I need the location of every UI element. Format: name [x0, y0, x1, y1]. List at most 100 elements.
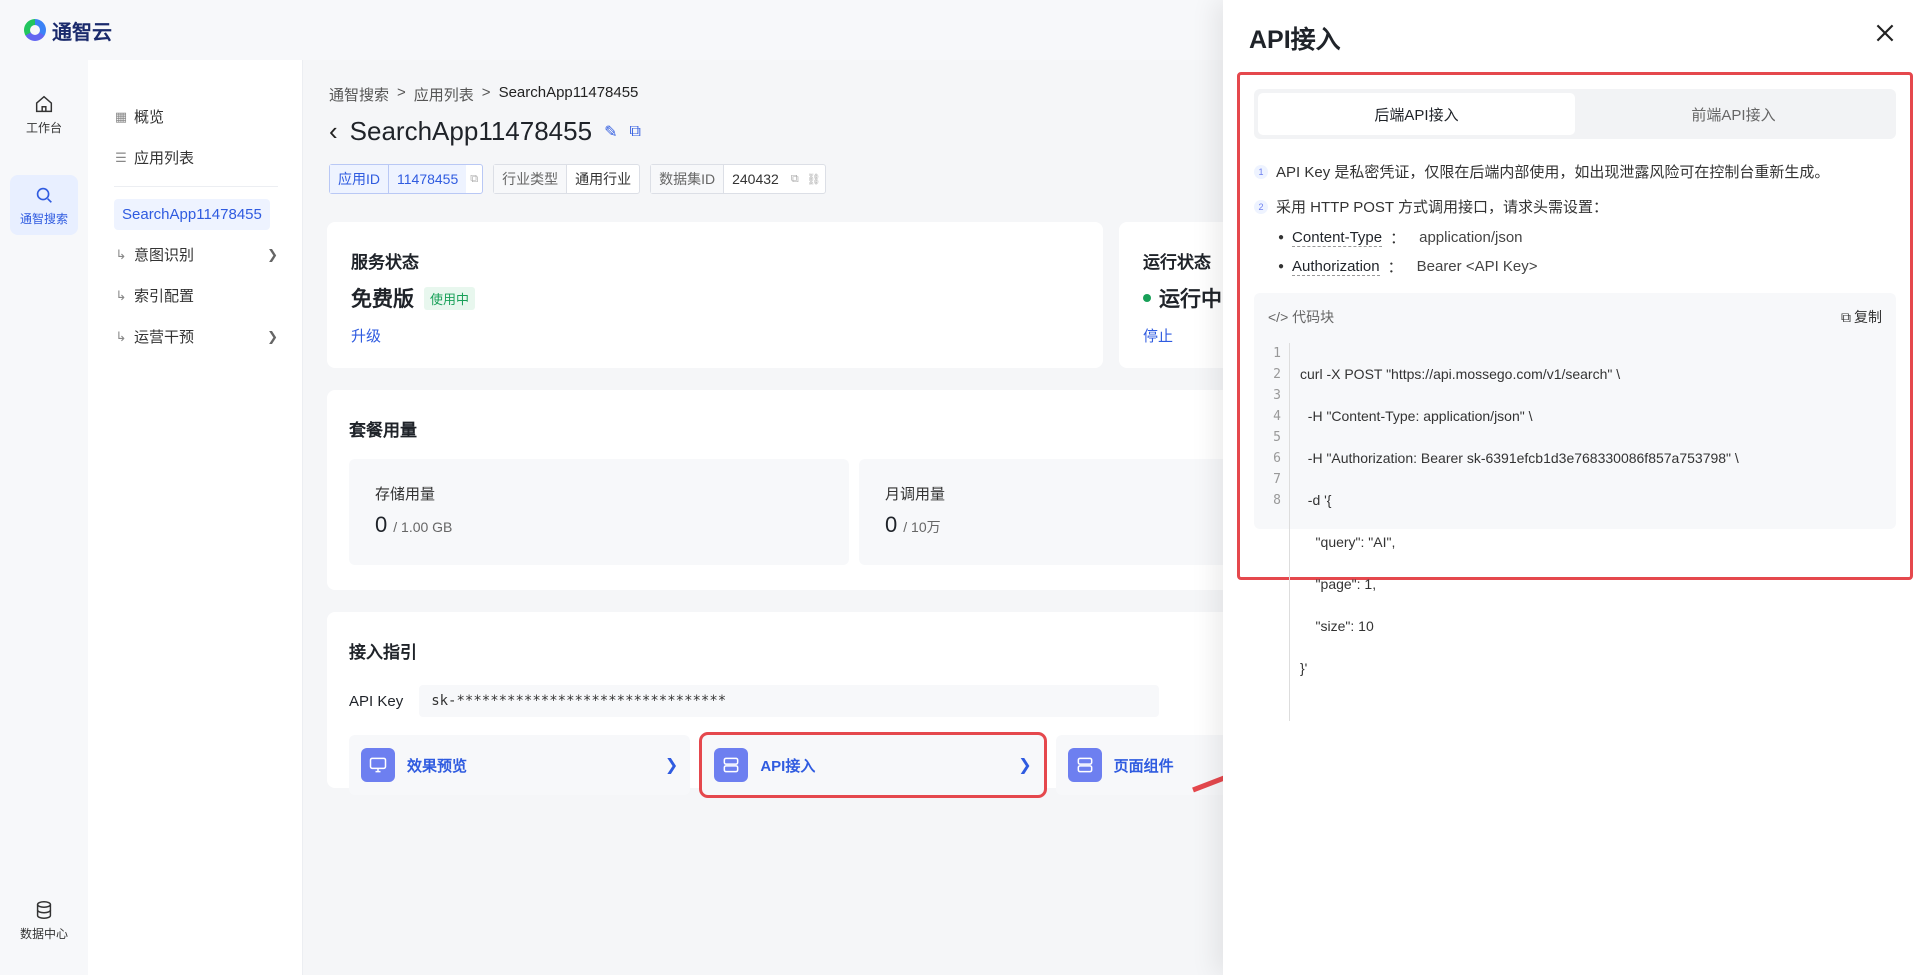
code-icon: </> — [1268, 309, 1293, 325]
back-icon[interactable]: ‹ — [329, 116, 338, 147]
copy-icon[interactable]: ⧉ — [787, 165, 803, 193]
api-key-field[interactable]: sk-******************************** — [419, 685, 1160, 717]
divider — [114, 186, 278, 187]
service-status-card: 服务状态 免费版 使用中 升级 — [327, 222, 1103, 368]
tag-key[interactable]: 数据集ID — [651, 165, 725, 193]
api-key-label: API Key — [349, 692, 404, 710]
tag-value: 通用行业 — [575, 171, 632, 187]
usage-value: 0 / 1.00 GB — [375, 512, 823, 538]
code-lines[interactable]: curl -X POST "https://api.mossego.com/v1… — [1290, 343, 1739, 721]
subnav-label: 意图识别 — [134, 247, 195, 264]
close-icon[interactable] — [1872, 20, 1898, 46]
server-icon — [714, 748, 749, 782]
subnav-label: 概览 — [134, 109, 165, 126]
subnav-label: 应用列表 — [134, 150, 195, 167]
copy-icon[interactable]: ⧉ — [466, 165, 482, 193]
code-body: 12345678 curl -X POST "https://api.mosse… — [1268, 343, 1882, 721]
tag-value: 11478455 — [389, 165, 467, 193]
breadcrumb: 通智搜索 > 应用列表 > SearchApp11478455 — [329, 84, 638, 105]
rail-label: 通智搜索 — [19, 211, 68, 226]
title-row: ‹ SearchApp11478455 ✎ ⧉ — [329, 116, 641, 147]
breadcrumb-sep: > — [397, 84, 406, 101]
usage-number: 0 — [375, 512, 388, 537]
subnav-item-index[interactable]: ↳ 索引配置 — [114, 275, 278, 316]
brand-name: 通智云 — [52, 21, 112, 44]
entry-label: 页面组件 — [1113, 757, 1174, 775]
note-text: 采用 HTTP POST 方式调用接口，请求头需设置： — [1276, 199, 1608, 216]
code-line: -H "Content-Type: application/json" \ — [1300, 408, 1533, 424]
page-title: SearchApp11478455 — [349, 116, 593, 146]
subnav-current-app[interactable]: SearchApp11478455 — [114, 199, 270, 230]
breadcrumb-sep: > — [481, 84, 491, 101]
subnav-label: 索引配置 — [134, 288, 195, 305]
chevron-right-icon: ❯ — [267, 328, 278, 344]
notes: 1 API Key 是私密凭证，仅限在后端内部使用，如出现泄露风险可在控制台重新… — [1254, 161, 1896, 277]
breadcrumb-app-list[interactable]: 应用列表 — [414, 84, 474, 105]
status-dot — [1143, 294, 1151, 302]
copy-label: 复制 — [1854, 309, 1882, 325]
rail-label: 数据中心 — [19, 926, 68, 941]
subnav-item-intent[interactable]: ↳ 意图识别 ❯ — [114, 234, 278, 275]
code-header: </> 代码块 ⧉ 复制 — [1268, 307, 1882, 327]
logo-icon — [24, 19, 46, 41]
tab-backend[interactable]: 后端API接入 — [1258, 93, 1575, 135]
header-key: Authorization — [1292, 257, 1380, 276]
preview-entry[interactable]: 效果预览 ❯ — [349, 735, 691, 795]
rail-item-workbench[interactable]: 工作台 — [10, 84, 78, 144]
server-icon — [1067, 748, 1102, 782]
usage-max: / 10万 — [903, 519, 941, 535]
segmented-tabs: 后端API接入 前端API接入 — [1254, 89, 1896, 139]
tab-frontend[interactable]: 前端API接入 — [1575, 93, 1892, 135]
card-title: 服务状态 — [351, 253, 419, 272]
code-line: "page": 1, — [1300, 576, 1377, 592]
entry-label: API接入 — [760, 757, 816, 775]
home-icon — [35, 95, 53, 112]
branch-icon: ↳ — [115, 246, 127, 262]
database-icon — [36, 900, 52, 919]
subnav-item-ops[interactable]: ↳ 运营干预 ❯ — [114, 316, 278, 357]
copy-icon[interactable]: ⧉ — [629, 123, 640, 141]
tag-value: 240432 — [732, 171, 779, 187]
rail-item-data-center[interactable]: 数据中心 — [10, 890, 78, 950]
line-numbers: 12345678 — [1268, 343, 1290, 721]
usage-label: 存储用量 — [375, 486, 436, 503]
status-badge: 使用中 — [424, 286, 476, 310]
stop-link[interactable]: 停止 — [1143, 325, 1173, 346]
code-label: 代码块 — [1292, 309, 1335, 325]
link-icon[interactable]: ⛓ — [803, 165, 825, 193]
code-line: "query": "AI", — [1300, 534, 1396, 550]
subnav-label: 运营干预 — [134, 329, 195, 346]
api-drawer: API接入 后端API接入 前端API接入 1 API Key 是私密凭证，仅限… — [1223, 0, 1920, 975]
sub-nav: ▦ 概览 ☰ 应用列表 SearchApp11478455 ↳ 意图识别 ❯ ↳… — [88, 60, 303, 975]
subnav-item-app-list[interactable]: ☰ 应用列表 — [114, 137, 278, 178]
code-block: </> 代码块 ⧉ 复制 12345678 curl -X POST "http… — [1254, 293, 1896, 721]
upgrade-link[interactable]: 升级 — [351, 325, 381, 346]
storage-usage: 存储用量 0 / 1.00 GB — [349, 459, 849, 565]
usage-number: 0 — [885, 512, 898, 537]
note-2: 2 采用 HTTP POST 方式调用接口，请求头需设置： — [1254, 196, 1896, 217]
branch-icon: ↳ — [115, 287, 127, 303]
copy-icon: ⧉ — [1841, 308, 1851, 325]
subnav-item-overview[interactable]: ▦ 概览 — [114, 96, 278, 137]
plan-row: 免费版 使用中 — [351, 283, 1079, 313]
header-content-type: ● Content-Type ： application/json — [1278, 228, 1523, 248]
grid-icon: ▦ — [114, 108, 128, 124]
branch-icon: ↳ — [115, 328, 127, 344]
rail-item-search[interactable]: 通智搜索 — [10, 175, 78, 235]
code-line: -d '{ — [1300, 492, 1332, 508]
copy-button[interactable]: ⧉ 复制 — [1841, 307, 1882, 327]
note-text: API Key 是私密凭证，仅限在后端内部使用，如出现泄露风险可在控制台重新生成… — [1276, 164, 1830, 181]
highlight-panel: 后端API接入 前端API接入 1 API Key 是私密凭证，仅限在后端内部使… — [1237, 72, 1913, 721]
app-id-tag: 应用ID 11478455 ⧉ — [329, 164, 484, 194]
edit-icon[interactable]: ✎ — [604, 122, 617, 142]
api-entry[interactable]: API接入 ❯ — [699, 732, 1047, 798]
monitor-icon — [361, 748, 395, 782]
header-authorization: ● Authorization ： Bearer <API Key> — [1278, 257, 1538, 277]
breadcrumb-search[interactable]: 通智搜索 — [329, 84, 389, 105]
note-1: 1 API Key 是私密凭证，仅限在后端内部使用，如出现泄露风险可在控制台重新… — [1254, 161, 1896, 182]
left-rail: 工作台 通智搜索 数据中心 — [0, 60, 88, 975]
code-line: curl -X POST "https://api.mossego.com/v1… — [1300, 366, 1621, 382]
brand-logo[interactable]: 通智云 — [24, 16, 112, 45]
dataset-tag: 数据集ID 240432 ⧉ ⛓ — [650, 164, 826, 194]
code-line: -H "Authorization: Bearer sk-6391efcb1d3… — [1300, 450, 1739, 466]
